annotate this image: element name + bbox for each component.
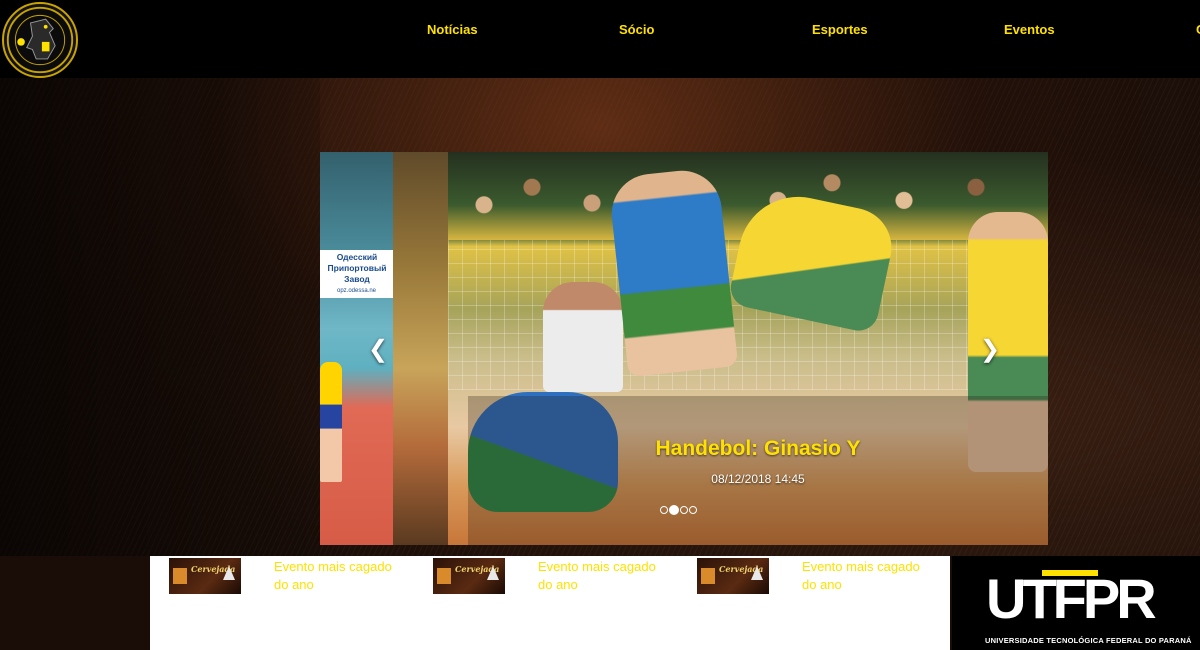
hero-shadow bbox=[0, 78, 320, 556]
arena-banner-url: opz.odessa.ne bbox=[336, 288, 377, 294]
falcon-emblem-icon bbox=[6, 6, 74, 74]
top-nav-bar: Notícias Sócio Esportes Eventos C bbox=[0, 0, 1200, 78]
thumbnail-graphic bbox=[173, 568, 187, 584]
events-strip: Cervejada Evento mais cagado do ano Cerv… bbox=[150, 556, 950, 650]
indicator-dot-3[interactable] bbox=[680, 506, 688, 514]
arena-banner-text: Одесский Припортовый Завод bbox=[327, 252, 387, 284]
nav-esportes[interactable]: Esportes bbox=[812, 22, 868, 37]
nav-overflow-item[interactable]: C bbox=[1196, 22, 1200, 37]
slide-date: 08/12/2018 14:45 bbox=[711, 472, 805, 486]
event-thumbnail[interactable]: Cervejada bbox=[433, 558, 505, 594]
caption-overlay bbox=[468, 396, 1048, 545]
blue-jersey-player bbox=[607, 166, 739, 378]
nav-eventos[interactable]: Eventos bbox=[1004, 22, 1055, 37]
carousel-indicators bbox=[660, 505, 697, 515]
volleyball-player-figure bbox=[320, 362, 342, 482]
event-title[interactable]: Evento mais cagado do ano bbox=[274, 558, 404, 594]
news-carousel[interactable]: Одесский Припортовый Завод opz.odessa.ne… bbox=[320, 152, 1048, 545]
triangle-icon bbox=[223, 566, 235, 580]
utfpr-subtitle: UNIVERSIDADE TECNOLÓGICA FEDERAL DO PARA… bbox=[985, 636, 1192, 645]
event-title[interactable]: Evento mais cagado do ano bbox=[538, 558, 668, 594]
chevron-right-icon[interactable]: ❯ bbox=[980, 338, 1000, 362]
event-title[interactable]: Evento mais cagado do ano bbox=[802, 558, 932, 594]
triangle-icon bbox=[751, 566, 763, 580]
thumbnail-graphic bbox=[701, 568, 715, 584]
indicator-dot-2[interactable] bbox=[669, 505, 679, 515]
photographer-figure bbox=[543, 282, 623, 392]
indicator-dot-1[interactable] bbox=[660, 506, 668, 514]
nav-noticias[interactable]: Notícias bbox=[427, 22, 478, 37]
chevron-left-icon[interactable]: ❮ bbox=[368, 338, 388, 362]
slide-title[interactable]: Handebol: Ginasio Y bbox=[448, 437, 1048, 461]
utfpr-logo[interactable]: UTFPR UNIVERSIDADE TECNOLÓGICA FEDERAL D… bbox=[952, 556, 1200, 650]
triangle-icon bbox=[487, 566, 499, 580]
utfpr-wordmark: UTFPR bbox=[986, 567, 1157, 630]
nav-socio[interactable]: Sócio bbox=[619, 22, 654, 37]
event-thumbnail[interactable]: Cervejada bbox=[697, 558, 769, 594]
thumbnail-graphic bbox=[437, 568, 451, 584]
event-thumbnail[interactable]: Cervejada bbox=[169, 558, 241, 594]
indicator-dot-4[interactable] bbox=[689, 506, 697, 514]
slide-transition-blur bbox=[393, 152, 448, 545]
athletic-association-logo[interactable] bbox=[2, 2, 78, 78]
